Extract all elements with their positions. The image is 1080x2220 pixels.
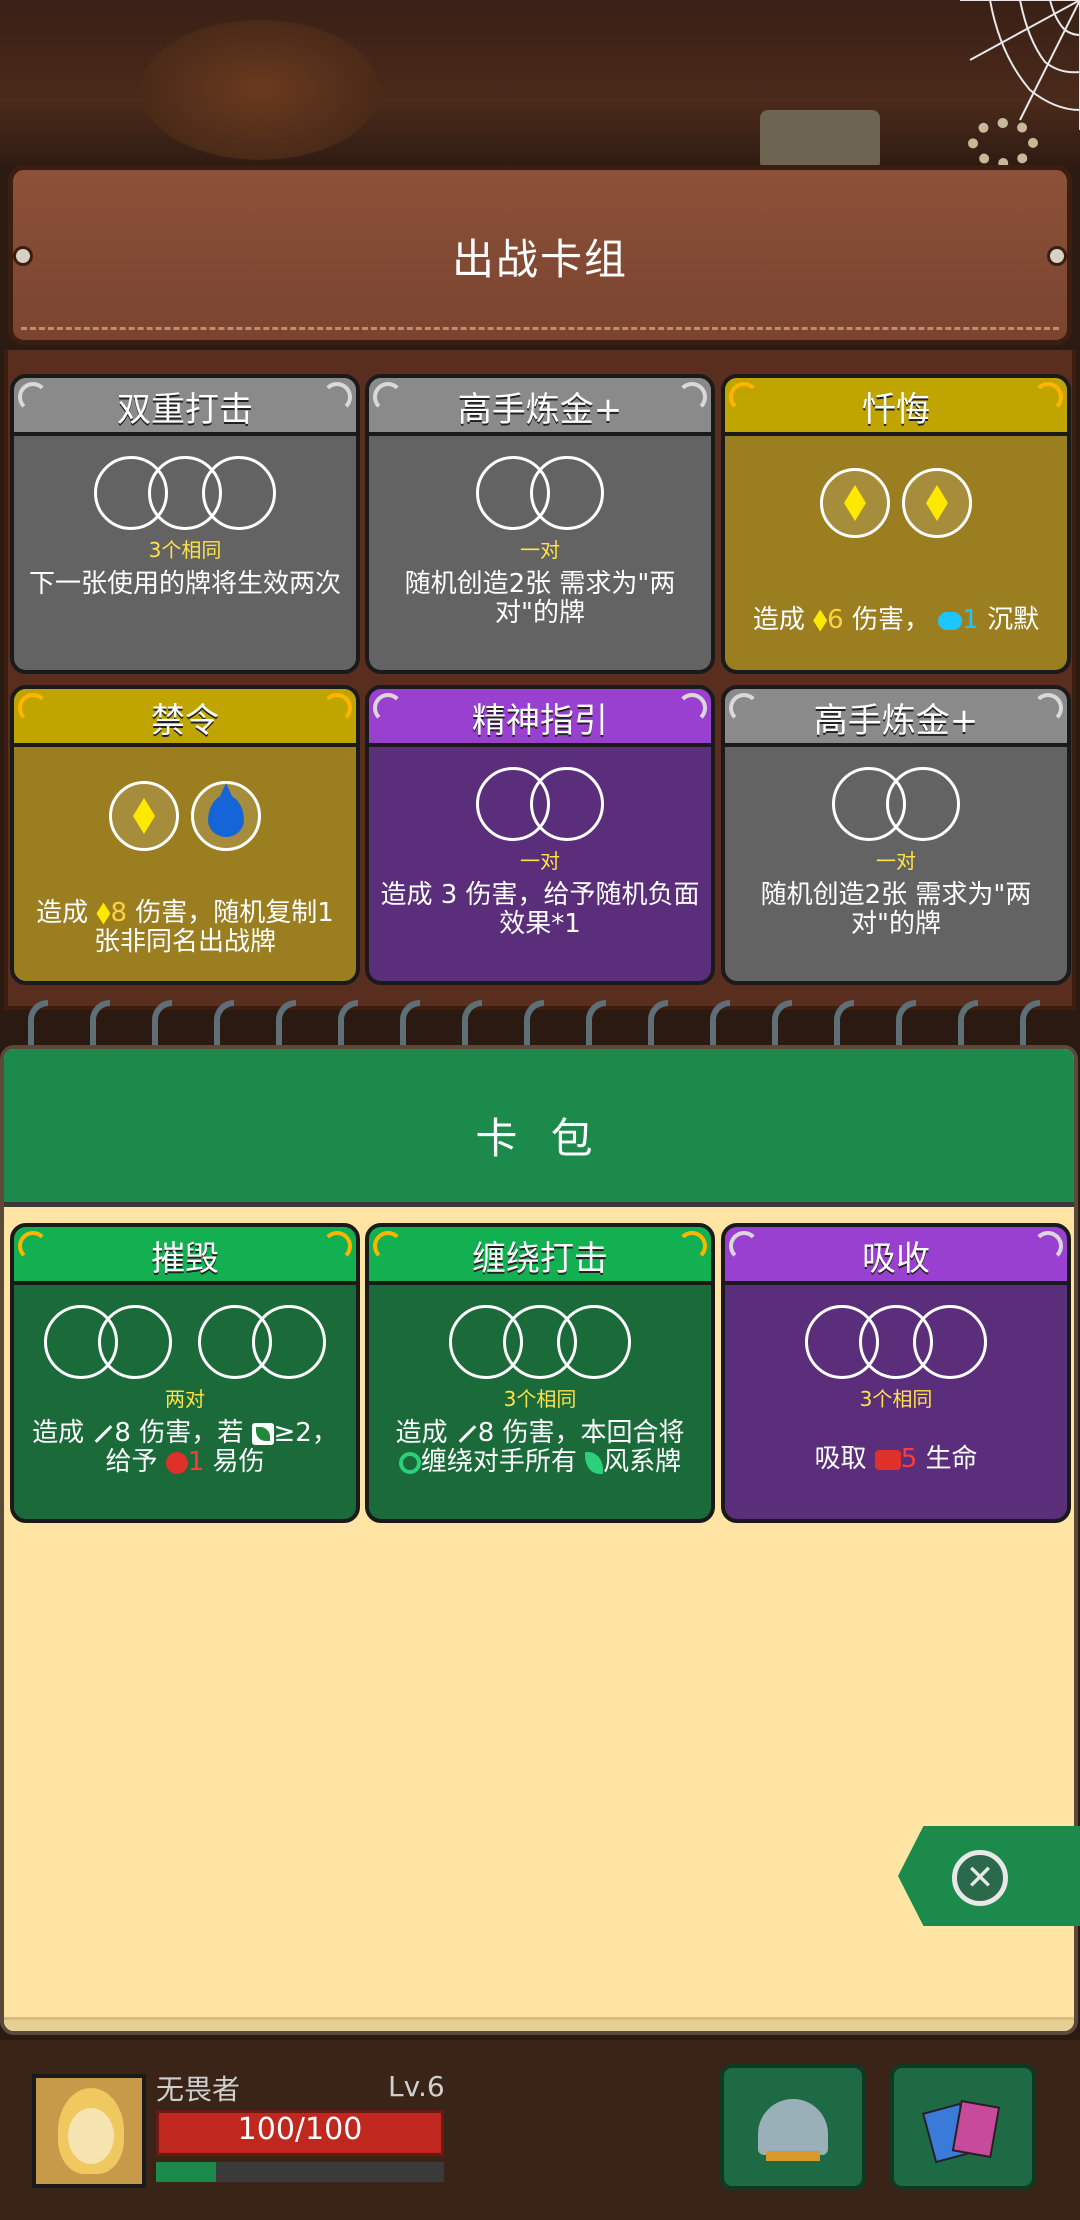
player-level: Lv.6: [388, 2070, 445, 2103]
diamond-icon: [902, 468, 972, 538]
card-rule: 3个相同: [503, 1387, 577, 1411]
card-title: 精神指引: [472, 701, 608, 741]
helmet-icon: [758, 2099, 828, 2161]
deck-title: 出战卡组: [451, 235, 628, 284]
deck-card[interactable]: 高手炼金+ 一对 随机创造2张 需求为"两对"的牌: [721, 685, 1071, 985]
diamond-icon: [96, 902, 111, 925]
card-requirement-slots: [14, 456, 356, 530]
card-requirement-slots: [725, 1305, 1067, 1379]
player-name: 无畏者: [156, 2073, 241, 2106]
card-title: 双重打击: [117, 390, 253, 430]
vulnerable-icon: [165, 1451, 188, 1474]
pack-title: 卡 包: [475, 1114, 603, 1163]
card-title: 缠绕打击: [472, 1239, 608, 1279]
card-requirement-slots: [725, 468, 1067, 542]
leaf-icon: [251, 1422, 274, 1445]
sword-icon: [92, 1423, 114, 1445]
card-description: 造成 6 伤害， 1 沉默: [752, 605, 1040, 635]
card-rule: 3个相同: [859, 1387, 933, 1411]
diamond-icon: [820, 468, 890, 538]
background-scene: [0, 0, 1080, 170]
card-title: 高手炼金+: [457, 390, 623, 430]
pack-card[interactable]: 摧毁 两对 造成 8 伤害，若 ≥2， 给予 1 易伤: [10, 1223, 360, 1523]
card-description: 下一张使用的牌将生效两次: [28, 569, 341, 599]
diamond-icon: [813, 609, 828, 632]
card-description: 造成 8 伤害，本回合将 缠绕对手所有 风系牌: [395, 1418, 685, 1477]
card-requirement-slots: [369, 1305, 711, 1379]
deck-banner: 出战卡组: [8, 165, 1072, 345]
deck-card[interactable]: 双重打击 3个相同 下一张使用的牌将生效两次: [10, 374, 360, 674]
cards-button[interactable]: [890, 2064, 1036, 2190]
sword-icon: [456, 1423, 478, 1445]
deck-card[interactable]: 忏悔 造成 6 伤害， 1 沉默: [721, 374, 1071, 674]
pack-card[interactable]: 缠绕打击 3个相同 造成 8 伤害，本回合将 缠绕对手所有 风系牌: [365, 1223, 715, 1523]
silence-icon: [938, 611, 963, 630]
deck-card[interactable]: 精神指引 一对 造成 3 伤害，给予随机负面效果*1: [365, 685, 715, 985]
card-description: 造成 8 伤害，若 ≥2， 给予 1 易伤: [32, 1418, 338, 1477]
card-rule: 一对: [520, 849, 560, 873]
card-title: 禁令: [151, 701, 219, 741]
water-drop-icon: [191, 781, 261, 851]
equipment-button[interactable]: [720, 2064, 866, 2190]
deck-card[interactable]: 禁令 造成 8 伤害，随机复制1张非同名出战牌: [10, 685, 360, 985]
close-icon[interactable]: ✕: [952, 1850, 1008, 1906]
card-title: 高手炼金+: [813, 701, 979, 741]
pack-card[interactable]: 吸收 3个相同 吸取 5 生命: [721, 1223, 1071, 1523]
card-title: 忏悔: [862, 390, 930, 430]
wind-icon: [585, 1451, 604, 1474]
card-rule: 3个相同: [148, 538, 222, 562]
card-requirement-slots: [14, 1305, 356, 1379]
card-description: 造成 3 伤害，给予随机负面效果*1: [380, 880, 700, 939]
card-requirement-slots: [369, 767, 711, 841]
card-description: 随机创造2张 需求为"两对"的牌: [760, 880, 1032, 939]
pack-bottom-edge: [4, 2017, 1074, 2031]
card-requirement-slots: [14, 781, 356, 855]
card-description: 随机创造2张 需求为"两对"的牌: [404, 569, 676, 628]
lifesteal-icon: [874, 1449, 901, 1470]
card-requirement-slots: [725, 767, 1067, 841]
cards-icon: [928, 2099, 998, 2155]
card-rule: 一对: [520, 538, 560, 562]
card-title: 摧毁: [151, 1239, 219, 1279]
diamond-icon: [109, 781, 179, 851]
card-title: 吸收: [862, 1239, 930, 1279]
deck-card[interactable]: 高手炼金+ 一对 随机创造2张 需求为"两对"的牌: [365, 374, 715, 674]
card-description: 吸取 5 生命: [814, 1444, 978, 1474]
hp-text: 100/100: [237, 2112, 363, 2147]
xp-bar-fill: [156, 2162, 216, 2182]
entangle-icon: [398, 1451, 421, 1474]
card-rule: 一对: [876, 849, 916, 873]
avatar[interactable]: [32, 2074, 146, 2188]
gear-icon[interactable]: [968, 118, 1038, 168]
card-rule: 两对: [165, 1387, 205, 1411]
card-description: 造成 8 伤害，随机复制1张非同名出战牌: [36, 898, 334, 957]
pack-header: 卡 包: [4, 1049, 1074, 1207]
card-requirement-slots: [369, 456, 711, 530]
spider-web-icon: [960, 0, 1080, 130]
